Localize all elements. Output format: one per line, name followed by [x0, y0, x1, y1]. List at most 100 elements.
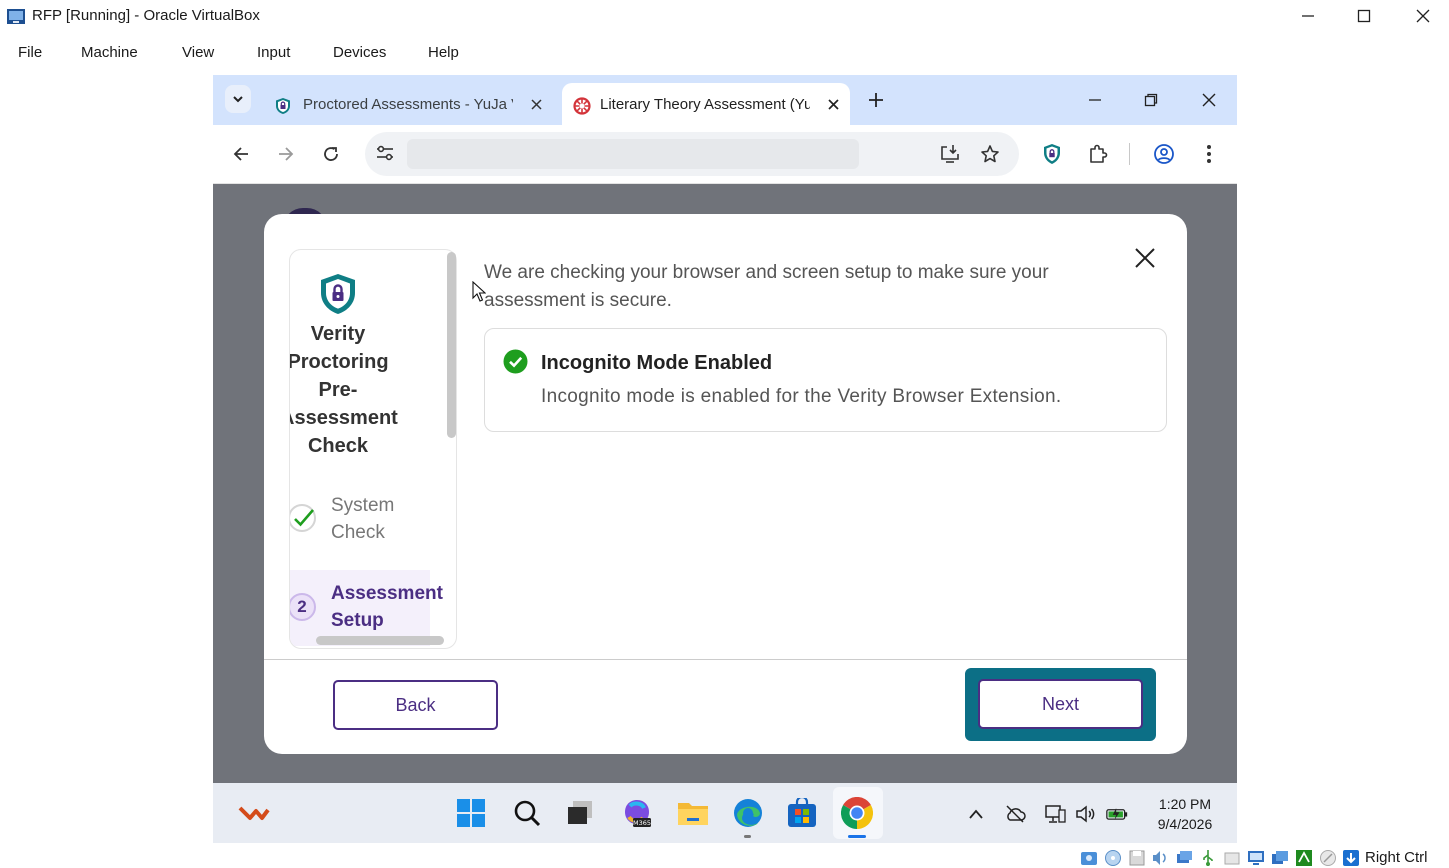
usb-icon[interactable] — [1199, 849, 1217, 867]
close-icon — [1416, 9, 1430, 23]
network-button[interactable] — [1044, 803, 1066, 825]
start-button[interactable] — [454, 796, 488, 830]
menu-machine[interactable]: Machine — [81, 38, 138, 67]
browser-toolbar — [213, 125, 1237, 184]
new-tab-icon[interactable] — [865, 89, 887, 111]
back-icon — [233, 147, 248, 161]
close-window-button[interactable] — [1394, 0, 1449, 32]
next-focus-ring: Next — [965, 668, 1156, 741]
search-button[interactable] — [510, 796, 544, 830]
verity-extension-button[interactable] — [1040, 142, 1064, 166]
network-adapter-icon[interactable] — [1175, 849, 1193, 867]
store-button[interactable] — [785, 796, 819, 830]
tab-label: Literary Theory Assessment (YuJa) — [600, 96, 810, 113]
onedrive-button[interactable] — [1004, 803, 1026, 825]
widgets-button[interactable] — [237, 796, 271, 830]
chevron-up-icon — [969, 809, 983, 819]
tab-proctored-assessments[interactable]: Proctored Assessments - YuJa Verity — [263, 83, 553, 125]
browser-menu-button[interactable] — [1197, 142, 1221, 166]
guest-additions-icon[interactable] — [1295, 849, 1313, 867]
extensions-button[interactable] — [1086, 142, 1110, 166]
bookmark-button[interactable] — [978, 142, 1002, 166]
battery-button[interactable] — [1106, 803, 1128, 825]
m365-button[interactable]: M365 — [620, 796, 654, 830]
next-button[interactable]: Next — [978, 679, 1143, 729]
host-key-icon[interactable] — [1342, 849, 1360, 867]
shared-folders-icon[interactable] — [1223, 849, 1241, 867]
menu-view[interactable]: View — [182, 38, 214, 67]
bookmark-star-icon — [981, 145, 999, 163]
vbox-titlebar: RFP [Running] - Oracle VirtualBox — [0, 0, 1449, 32]
chevron-down-icon — [233, 96, 243, 103]
edge-button[interactable] — [731, 796, 765, 830]
virtualbox-icon — [7, 9, 25, 24]
install-app-button[interactable] — [938, 142, 962, 166]
intro-text: We are checking your browser and screen … — [484, 262, 1049, 311]
close-icon — [827, 98, 839, 110]
system-clock[interactable]: 1:20 PM 9/4/2026 — [1145, 794, 1225, 834]
task-view-icon — [568, 801, 592, 824]
tab-close-button[interactable] — [824, 95, 842, 113]
reload-button[interactable] — [319, 142, 343, 166]
menu-devices[interactable]: Devices — [333, 38, 386, 67]
search-icon — [514, 800, 541, 827]
chrome-button[interactable] — [840, 796, 874, 830]
video-capture-icon[interactable] — [1271, 849, 1289, 867]
task-view-button[interactable] — [563, 796, 597, 830]
site-info-button[interactable] — [373, 141, 397, 165]
step-label: Assessment Setup — [331, 583, 443, 631]
profile-button[interactable] — [1152, 142, 1176, 166]
step-assessment-setup[interactable]: 2 Assessment Setup — [290, 570, 443, 646]
tab-close-button[interactable] — [527, 95, 545, 113]
file-explorer-button[interactable] — [676, 796, 710, 830]
browser-minimize-button[interactable] — [1083, 88, 1107, 112]
menu-file[interactable]: File — [18, 38, 42, 67]
guest-display: Proctored Assessments - YuJa Verity Lite… — [213, 75, 1237, 843]
mouse-cursor-icon — [472, 281, 486, 302]
sidebar-vertical-scrollbar[interactable] — [447, 252, 456, 438]
file-explorer-icon — [678, 803, 708, 825]
pre-assessment-modal: Verity Proctoring Pre-Assessment Check S… — [264, 214, 1187, 754]
hard-disk-icon[interactable] — [1080, 849, 1098, 867]
audio-icon[interactable] — [1151, 849, 1169, 867]
menu-icon — [1207, 145, 1211, 163]
back-button[interactable]: Back — [333, 680, 498, 730]
minimize-button[interactable] — [1279, 0, 1337, 32]
clock-date: 9/4/2026 — [1157, 816, 1213, 832]
profile-icon — [1154, 144, 1174, 164]
forward-icon — [279, 147, 294, 161]
verity-shield-icon — [276, 98, 290, 114]
window-title: RFP [Running] - Oracle VirtualBox — [32, 7, 260, 24]
browser-restore-button[interactable] — [1139, 88, 1163, 112]
start-icon — [457, 799, 485, 827]
address-input[interactable] — [407, 139, 859, 169]
menu-input[interactable]: Input — [257, 38, 290, 67]
show-hidden-icons-button[interactable] — [965, 803, 987, 825]
battery-charging-icon — [1106, 808, 1128, 820]
step-system-check[interactable]: System Check — [290, 492, 430, 554]
success-check-icon — [503, 349, 528, 374]
back-button[interactable] — [229, 142, 253, 166]
browser-tabstrip: Proctored Assessments - YuJa Verity Lite… — [213, 75, 1237, 125]
sidebar-horizontal-scrollbar[interactable] — [316, 636, 444, 645]
display-icon[interactable] — [1247, 849, 1265, 867]
optical-drive-icon[interactable] — [1104, 849, 1122, 867]
result-description: Incognito mode is enabled for the Verity… — [541, 386, 1062, 407]
tab-literary-theory-assessment[interactable]: Literary Theory Assessment (YuJa) — [562, 83, 850, 125]
menu-help[interactable]: Help — [428, 38, 459, 67]
check-result-card: Incognito Mode Enabled Incognito mode is… — [484, 328, 1167, 432]
maximize-button[interactable] — [1335, 0, 1393, 32]
close-icon[interactable] — [1131, 244, 1159, 272]
volume-button[interactable] — [1075, 803, 1097, 825]
forward-button[interactable] — [274, 142, 298, 166]
tab-search-button[interactable] — [225, 85, 251, 113]
running-indicator — [848, 835, 866, 838]
mouse-integration-icon[interactable] — [1319, 849, 1337, 867]
browser-close-button[interactable] — [1197, 88, 1221, 112]
m365-icon: M365 — [625, 800, 651, 827]
running-indicator — [744, 835, 751, 838]
address-bar[interactable] — [365, 132, 1019, 176]
restore-icon — [1144, 93, 1158, 107]
floppy-icon[interactable] — [1128, 849, 1146, 867]
chrome-icon — [841, 797, 873, 829]
